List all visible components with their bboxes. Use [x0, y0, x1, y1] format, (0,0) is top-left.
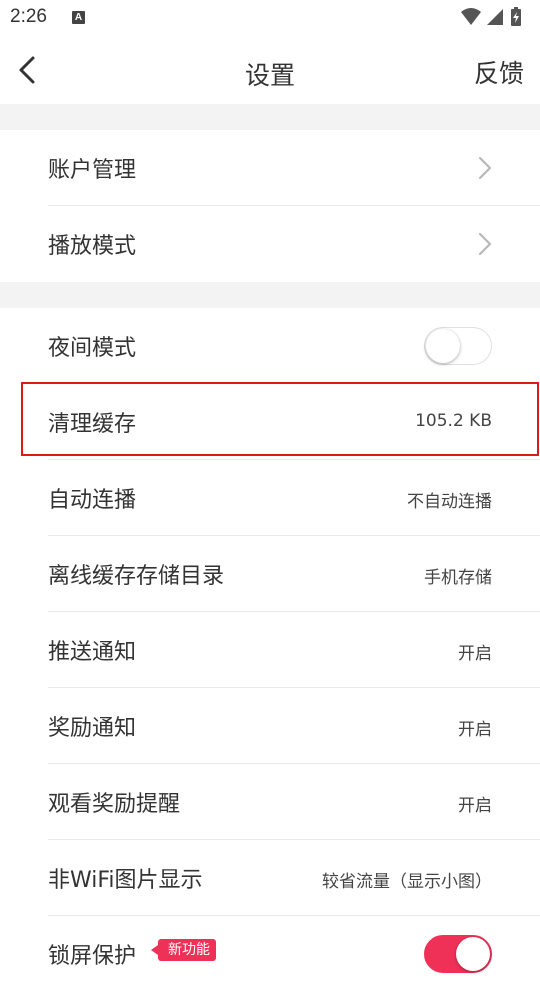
feedback-button[interactable]: 反馈	[474, 54, 524, 90]
row-lock-screen-protection: 锁屏保护 新功能	[0, 916, 540, 992]
row-label: 观看奖励提醒	[48, 792, 181, 817]
signal-icon	[487, 9, 503, 25]
new-feature-badge: 新功能	[151, 939, 216, 961]
row-play-mode[interactable]: 播放模式	[0, 206, 540, 282]
row-label: 奖励通知	[48, 716, 137, 741]
reward-notification-value: 开启	[458, 720, 492, 740]
nav-bar: 设置 反馈	[0, 36, 540, 104]
row-non-wifi-images[interactable]: 非WiFi图片显示 较省流量（显示小图）	[0, 840, 540, 916]
row-label: 清理缓存	[48, 412, 137, 437]
row-clear-cache[interactable]: 清理缓存 105.2 KB	[0, 384, 540, 460]
row-label: 推送通知	[48, 640, 137, 665]
row-reward-reminder[interactable]: 观看奖励提醒 开启	[0, 764, 540, 840]
row-autoplay[interactable]: 自动连播 不自动连播	[0, 460, 540, 536]
row-reward-notification[interactable]: 奖励通知 开启	[0, 688, 540, 764]
status-bar: 2:26 A	[0, 0, 540, 36]
a-icon: A	[72, 11, 85, 24]
row-label: 夜间模式	[48, 336, 137, 361]
page-title: 设置	[244, 61, 295, 90]
reward-reminder-value: 开启	[458, 796, 492, 816]
push-notification-value: 开启	[458, 644, 492, 664]
section-separator	[0, 104, 540, 130]
status-icons	[460, 6, 530, 28]
row-night-mode: 夜间模式	[0, 308, 540, 384]
lock-screen-toggle[interactable]	[424, 935, 492, 973]
row-push-notification[interactable]: 推送通知 开启	[0, 612, 540, 688]
chevron-right-icon	[478, 232, 492, 256]
wifi-icon	[461, 8, 481, 25]
chevron-right-icon	[478, 156, 492, 180]
row-label: 自动连播	[48, 488, 137, 513]
battery-icon	[511, 7, 521, 26]
section-separator	[0, 282, 540, 308]
row-label: 播放模式	[48, 234, 137, 259]
settings-group-general: 夜间模式 清理缓存 105.2 KB 自动连播 不自动连播 离线缓存存储目录 手…	[0, 308, 540, 992]
toggle-knob	[456, 937, 490, 971]
cache-size-value: 105.2 KB	[415, 411, 492, 431]
status-time: 2:26	[10, 6, 47, 27]
autoplay-value: 不自动连播	[407, 492, 492, 512]
row-account-management[interactable]: 账户管理	[0, 130, 540, 206]
night-mode-toggle[interactable]	[424, 327, 492, 365]
non-wifi-images-value: 较省流量（显示小图）	[322, 872, 492, 892]
row-offline-directory[interactable]: 离线缓存存储目录 手机存储	[0, 536, 540, 612]
row-label: 非WiFi图片显示	[48, 868, 203, 893]
offline-directory-value: 手机存储	[424, 568, 492, 588]
row-label: 离线缓存存储目录	[48, 564, 225, 589]
toggle-knob	[426, 329, 460, 363]
row-label: 锁屏保护	[48, 944, 137, 969]
settings-group-account: 账户管理 播放模式	[0, 130, 540, 282]
row-label: 账户管理	[48, 158, 137, 183]
